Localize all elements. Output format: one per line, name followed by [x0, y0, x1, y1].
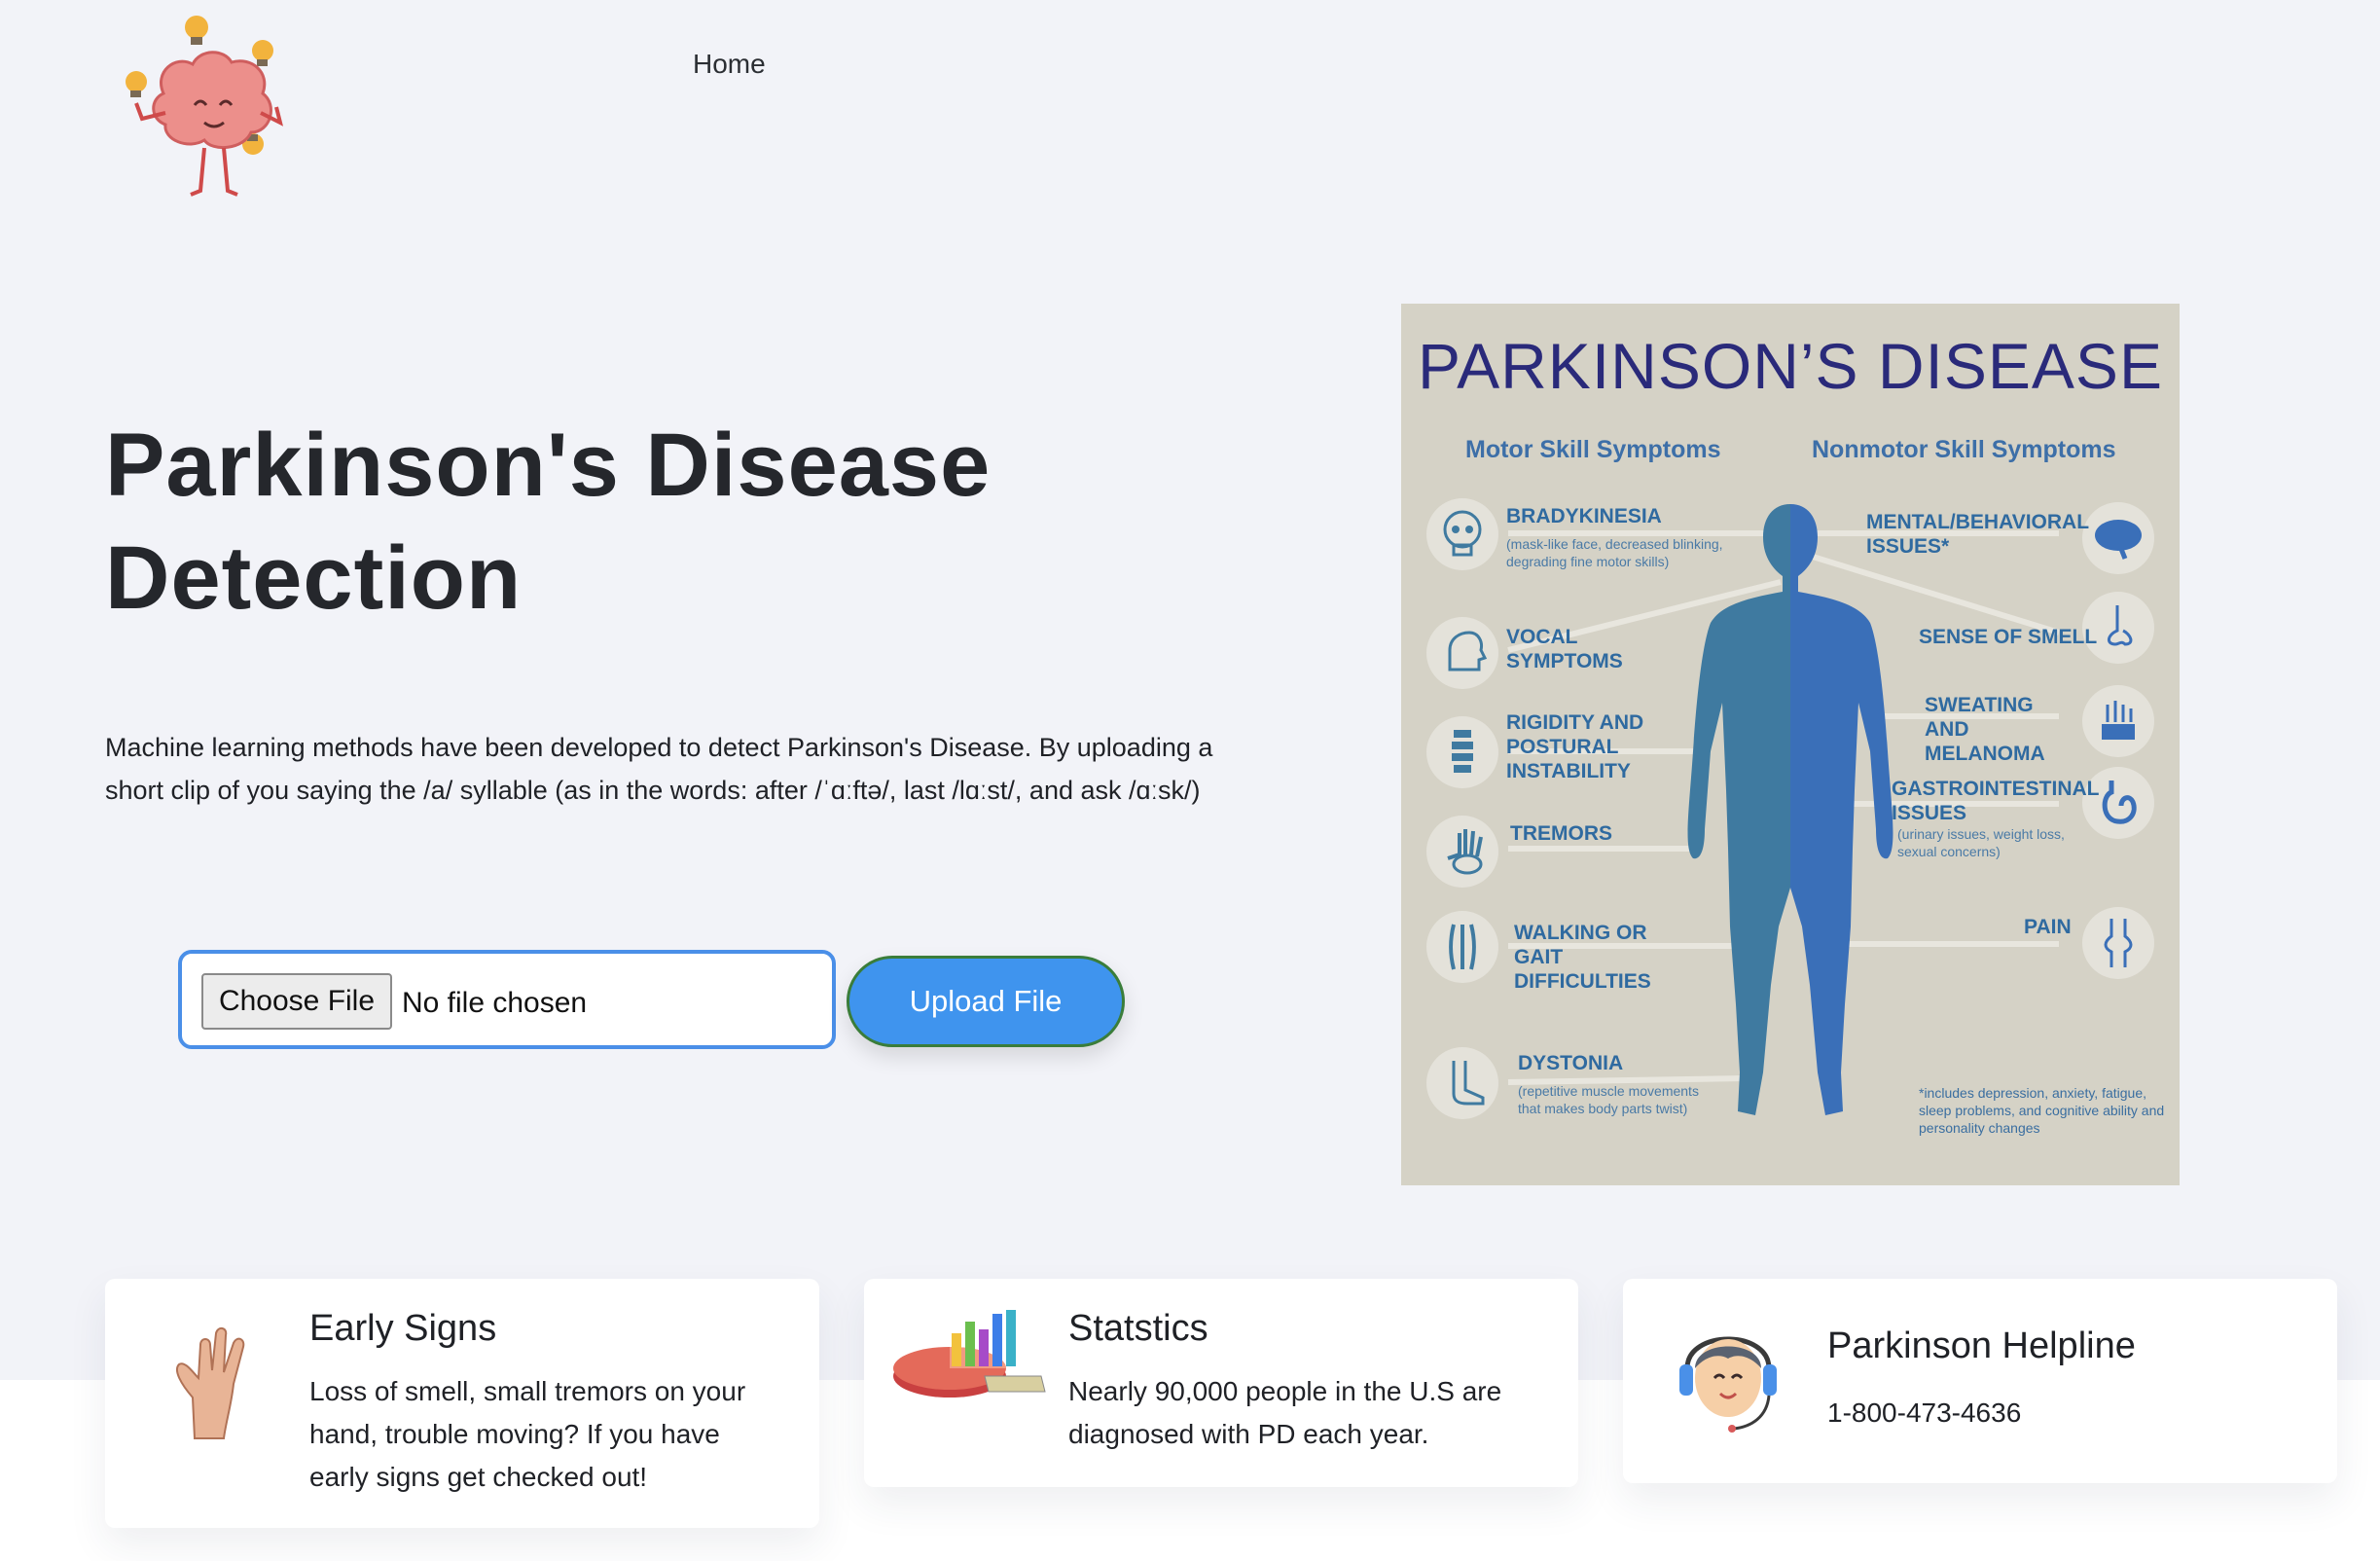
skin-icon — [2082, 685, 2154, 757]
card-title-early-signs: Early Signs — [309, 1308, 497, 1349]
symptom-note-gastrointestinal: (urinary issues, weight loss, sexual con… — [1897, 826, 2065, 859]
brain-logo-icon[interactable] — [115, 4, 300, 199]
infographic-footnote: *includes depression, anxiety, fatigue, … — [1919, 1085, 2165, 1136]
symptom-sweating: SWEATING AND MELANOMA — [1925, 694, 2045, 765]
helpline-card: Parkinson Helpline 1-800-473-4636 — [1623, 1279, 2337, 1483]
hand-bones-icon — [1426, 816, 1498, 888]
upload-file-button[interactable]: Upload File — [847, 956, 1125, 1047]
statistics-card: Statstics Nearly 90,000 people in the U.… — [864, 1279, 1578, 1487]
symptom-rigidity: RIGIDITY AND POSTURAL INSTABILITY — [1506, 711, 1644, 782]
choose-file-button[interactable]: Choose File — [201, 973, 392, 1030]
symptom-dystonia: DYSTONIA — [1518, 1052, 1624, 1074]
head-profile-icon — [1426, 617, 1498, 689]
card-title-helpline: Parkinson Helpline — [1827, 1325, 2136, 1366]
symptom-note-dystonia: (repetitive muscle movements that makes … — [1518, 1083, 1699, 1116]
card-text-early-signs: Loss of smell, small tremors on your han… — [309, 1376, 746, 1492]
symptom-bradykinesia: BRADYKINESIA — [1506, 505, 1662, 527]
parkinsons-infographic: PARKINSON’S DISEASE Motor Skill Symptoms… — [1401, 304, 2180, 1185]
symptom-mental: MENTAL/BEHAVIORAL ISSUES* — [1866, 511, 2089, 558]
hand-icon — [165, 1316, 253, 1447]
symptom-gastrointestinal: GASTROINTESTINAL ISSUES — [1892, 778, 2100, 824]
symptom-note-bradykinesia: (mask-like face, decreased blinking, deg… — [1506, 536, 1723, 569]
file-status-text: No file chosen — [402, 987, 588, 1019]
page-title: Parkinson's Disease Detection — [105, 416, 992, 628]
helpline-phone[interactable]: 1-800-473-4636 — [1827, 1392, 2294, 1434]
symptom-tremors: TREMORS — [1510, 822, 1612, 845]
symptom-walking: WALKING OR GAIT DIFFICULTIES — [1514, 922, 1651, 993]
chart-icon — [891, 1308, 1047, 1410]
file-input[interactable]: Choose File No file chosen — [178, 950, 836, 1049]
symptom-vocal: VOCAL SYMPTOMS — [1506, 626, 1623, 672]
nonmotor-heading: Nonmotor Skill Symptoms — [1812, 436, 2116, 463]
headset-agent-icon — [1670, 1310, 1786, 1451]
card-title-statistics: Statstics — [1068, 1308, 1208, 1349]
joint-icon — [2082, 907, 2154, 979]
motor-heading: Motor Skill Symptoms — [1465, 436, 1721, 463]
card-text-statistics: Nearly 90,000 people in the U.S are diag… — [1068, 1376, 1502, 1449]
hero-description: Machine learning methods have been devel… — [105, 733, 1213, 805]
brain-icon — [2082, 502, 2154, 574]
nav-home-link[interactable]: Home — [693, 49, 766, 80]
skull-icon — [1426, 498, 1498, 570]
symptom-pain: PAIN — [2024, 916, 2072, 938]
foot-icon — [1426, 1047, 1498, 1119]
symptom-smell: SENSE OF SMELL — [1919, 626, 2098, 648]
muscle-icon — [1426, 911, 1498, 983]
early-signs-card: Early Signs Loss of smell, small tremors… — [105, 1279, 819, 1528]
spine-icon — [1426, 716, 1498, 788]
infographic-title: PARKINSON’S DISEASE — [1418, 330, 2163, 402]
